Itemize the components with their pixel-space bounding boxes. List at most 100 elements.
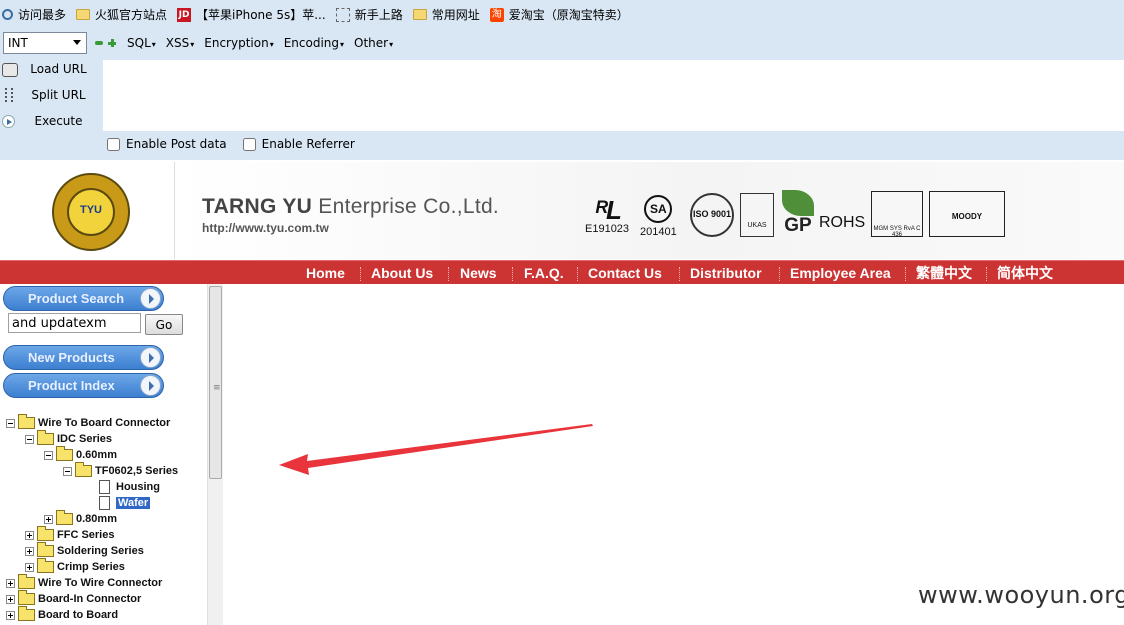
tree-node-wire-to-wire[interactable]: Wire To Wire Connector <box>6 574 162 591</box>
enable-post-data-checkbox[interactable]: Enable Post data <box>107 137 227 151</box>
folder-open-icon <box>18 414 35 429</box>
split-url-label: Split URL <box>31 88 86 102</box>
bookmark-jd-iphone[interactable]: JD 【苹果iPhone 5s】苹... <box>177 6 326 23</box>
tree-node-tf0602-series[interactable]: TF0602,5 Series <box>63 462 179 479</box>
expand-icon[interactable] <box>25 562 34 572</box>
tree-node-crimp-series[interactable]: Crimp Series <box>25 558 125 575</box>
bookmark-common-sites[interactable]: 常用网址 <box>412 6 480 23</box>
execute-label: Execute <box>34 114 83 128</box>
tree-node-ffc-series[interactable]: FFC Series <box>25 526 114 543</box>
load-url-label: Load URL <box>30 62 87 76</box>
load-url-button[interactable]: Load URL <box>0 58 103 80</box>
ul-number: E191023 <box>585 223 630 235</box>
expand-icon[interactable] <box>6 610 15 620</box>
ukas-badge: UKAS <box>740 193 774 237</box>
product-search-input[interactable] <box>8 313 141 333</box>
menu-encoding[interactable]: Encoding <box>284 36 344 50</box>
site-nav: Home About Us News F.A.Q. Contact Us Dis… <box>0 260 1124 284</box>
nav-traditional-chinese[interactable]: 繁體中文 <box>916 261 972 285</box>
bookmark-firefox-site[interactable]: 火狐官方站点 <box>76 6 167 23</box>
nav-employee-area[interactable]: Employee Area <box>790 261 891 285</box>
nav-news[interactable]: News <box>460 261 497 285</box>
tree-node-wafer[interactable]: Wafer <box>97 495 151 511</box>
expand-icon[interactable] <box>25 530 34 540</box>
arrow-right-icon <box>140 288 161 309</box>
split-url-button[interactable]: Split URL <box>0 84 103 106</box>
plus-icon[interactable] <box>108 38 116 47</box>
folder-icon <box>37 542 54 557</box>
execute-button[interactable]: Execute <box>0 110 103 132</box>
enable-referrer-checkbox[interactable]: Enable Referrer <box>242 137 355 151</box>
product-index-label: Product Index <box>28 378 115 393</box>
tree-node-board-to-board[interactable]: Board to Board <box>6 606 119 623</box>
company-name-rest: Enterprise Co.,Ltd. <box>318 195 500 218</box>
folder-icon <box>37 558 54 573</box>
bookmark-label: 火狐官方站点 <box>95 8 168 22</box>
bookmark-most-visited[interactable]: 访问最多 <box>2 6 66 23</box>
company-logo[interactable]: TYU <box>52 173 130 251</box>
bookmarks-bar: 访问最多 火狐官方站点 JD 【苹果iPhone 5s】苹... 新手上路 常用… <box>0 0 1124 29</box>
tree-node-soldering-series[interactable]: Soldering Series <box>25 542 144 559</box>
moody-badge: MOODY <box>929 191 1005 237</box>
bookmark-taobao[interactable]: 淘 爱淘宝（原淘宝特卖） <box>489 6 629 23</box>
nav-separator <box>779 267 780 281</box>
tree-node-idc-series[interactable]: IDC Series <box>25 430 112 447</box>
nav-about-us[interactable]: About Us <box>371 261 433 285</box>
nav-home[interactable]: Home <box>306 261 345 285</box>
site-header: TYU TARNG YU Enterprise Co.,Ltd. http://… <box>0 162 1124 259</box>
go-button[interactable]: Go <box>145 314 183 335</box>
referrer-checkbox-input[interactable] <box>242 137 256 151</box>
bookmark-label: 访问最多 <box>18 8 67 22</box>
tree-node-0-80mm[interactable]: 0.80mm <box>44 510 117 527</box>
left-frame-scrollbar[interactable]: ≡ <box>207 284 223 625</box>
tree-node-housing[interactable]: Housing <box>97 479 160 495</box>
logo-text: TYU <box>80 204 102 216</box>
tree-node-board-in[interactable]: Board-In Connector <box>6 590 142 607</box>
nav-faq[interactable]: F.A.Q. <box>524 261 564 285</box>
bookmark-label: 常用网址 <box>431 8 480 22</box>
document-icon <box>99 480 110 494</box>
bookmark-getting-started[interactable]: 新手上路 <box>335 6 403 23</box>
product-index-button[interactable]: Product Index <box>3 373 164 398</box>
tree-label: TF0602,5 Series <box>95 465 179 477</box>
expand-icon[interactable] <box>44 514 53 524</box>
menu-other[interactable]: Other <box>354 36 393 50</box>
collapse-icon[interactable] <box>63 466 72 476</box>
folder-icon <box>18 590 35 605</box>
scrollbar-thumb[interactable]: ≡ <box>209 286 222 479</box>
nav-distributor[interactable]: Distributor <box>690 261 762 285</box>
collapse-icon[interactable] <box>6 418 15 428</box>
folder-icon <box>18 574 35 589</box>
expand-icon[interactable] <box>25 546 34 556</box>
menu-encryption[interactable]: Encryption <box>204 36 273 50</box>
url-textarea[interactable] <box>103 60 1124 131</box>
expand-icon[interactable] <box>6 578 15 588</box>
product-search-label: Product Search <box>28 291 125 306</box>
nav-contact-us[interactable]: Contact Us <box>588 261 662 285</box>
tree-node-0-60mm[interactable]: 0.60mm <box>44 446 117 463</box>
expand-icon[interactable] <box>6 594 15 604</box>
type-select-value: INT <box>8 35 28 50</box>
collapse-icon[interactable] <box>44 450 53 460</box>
post-data-checkbox-input[interactable] <box>107 137 120 151</box>
nav-separator <box>986 267 987 281</box>
nav-simplified-chinese[interactable]: 简体中文 <box>997 261 1053 285</box>
menu-xss[interactable]: XSS <box>166 36 194 50</box>
menu-sql[interactable]: SQL <box>127 36 156 50</box>
company-name-bold: TARNG YU <box>202 195 313 218</box>
tree-label: Board to Board <box>38 609 119 621</box>
tree-label: Board-In Connector <box>38 593 142 605</box>
ul-cert-badge: ᴿL E191023 <box>585 197 629 235</box>
collapse-icon[interactable] <box>25 434 34 444</box>
leaf-icon <box>782 190 814 216</box>
type-select[interactable]: INT <box>3 31 87 54</box>
bookmark-label: 新手上路 <box>354 8 403 22</box>
tree-node-wire-to-board[interactable]: Wire To Board Connector <box>6 414 170 431</box>
chevron-down-icon <box>73 40 81 45</box>
tree-label: Soldering Series <box>57 545 144 557</box>
product-search-button[interactable]: Product Search <box>3 286 164 311</box>
minus-icon[interactable] <box>95 40 103 45</box>
folder-icon <box>37 526 54 541</box>
new-products-button[interactable]: New Products <box>3 345 164 370</box>
company-name: TARNG YU Enterprise Co.,Ltd. <box>202 195 499 219</box>
